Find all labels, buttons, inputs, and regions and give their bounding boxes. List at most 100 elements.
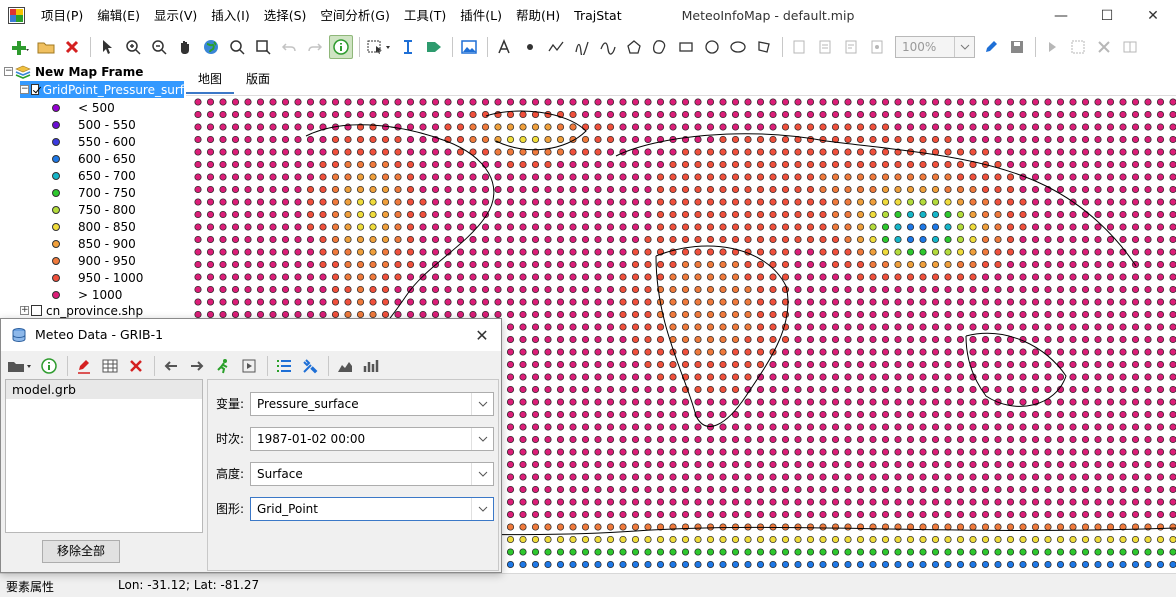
doc-tool-2-icon[interactable] [813,35,837,59]
zoom-rect-icon[interactable] [251,35,275,59]
doc-tool-4-icon[interactable] [865,35,889,59]
full-extent-globe-icon[interactable] [199,35,223,59]
menu-view[interactable]: 显示(V) [147,0,204,32]
point-tool-icon[interactable] [518,35,542,59]
freehand-tool-icon[interactable] [570,35,594,59]
pan-hand-icon[interactable] [173,35,197,59]
tools-icon[interactable] [298,354,322,378]
doc-tool-3-icon[interactable] [839,35,863,59]
zoom-out-icon[interactable] [147,35,171,59]
layer-gridpoint-pressure[interactable]: − GridPoint_Pressure_surf [20,81,184,98]
list-icon[interactable] [272,354,296,378]
measure-icon[interactable] [396,35,420,59]
select-all-icon[interactable] [1066,35,1090,59]
circle-tool-icon[interactable] [700,35,724,59]
arrow-right-icon[interactable] [185,354,209,378]
legend-item[interactable]: 900 - 950 [52,252,136,269]
add-layer-icon[interactable] [8,35,32,59]
open-folder-icon[interactable] [34,35,58,59]
map-frame-node[interactable]: − New Map Frame [4,63,143,80]
menu-help[interactable]: 帮助(H) [509,0,567,32]
legend-item[interactable]: 500 - 550 [52,116,136,133]
pencil-edit-icon[interactable] [979,35,1003,59]
table-icon[interactable] [98,354,122,378]
export-frame-icon[interactable] [237,354,261,378]
play-icon[interactable] [1040,35,1064,59]
ellipse-tool-icon[interactable] [726,35,750,59]
expand-icon[interactable]: + [20,306,29,315]
menu-spatial-analysis[interactable]: 空间分析(G) [313,0,396,32]
rectangle-tool-icon[interactable] [674,35,698,59]
legend-item[interactable]: 700 - 750 [52,184,136,201]
pointer-icon[interactable] [95,35,119,59]
grid-point [694,298,702,306]
menu-insert[interactable]: 插入(I) [204,0,256,32]
remove-layer-icon[interactable] [60,35,84,59]
layer-cn-province[interactable]: + cn_province.shp [20,302,143,318]
collapse-icon[interactable]: − [20,85,29,94]
split-icon[interactable] [1118,35,1142,59]
clear-selection-icon[interactable] [1092,35,1116,59]
zoom-level-combo[interactable]: 100% [895,36,975,58]
legend-item[interactable]: 750 - 800 [52,201,136,218]
menu-plugins[interactable]: 插件(L) [453,0,509,32]
legend-item[interactable]: 850 - 900 [52,235,136,252]
undo-icon[interactable] [277,35,301,59]
text-tool-icon[interactable] [492,35,516,59]
legend-item[interactable]: 800 - 850 [52,218,136,235]
tab-map[interactable]: 地图 [186,66,235,94]
data-file-list[interactable]: model.grb [5,379,203,533]
redo-icon[interactable] [303,35,327,59]
edit-vertices-icon[interactable] [752,35,776,59]
area-chart-icon[interactable] [333,354,357,378]
legend-item[interactable]: 550 - 600 [52,133,136,150]
remove-all-button[interactable]: 移除全部 [42,540,120,563]
menu-edit[interactable]: 编辑(E) [90,0,147,32]
menu-tools[interactable]: 工具(T) [397,0,453,32]
layer-visibility-checkbox[interactable] [31,84,39,95]
select-features-icon[interactable] [364,35,394,59]
layer-visibility-checkbox[interactable] [31,305,42,316]
grid-point [1169,560,1176,569]
menu-select[interactable]: 选择(S) [257,0,314,32]
bar-chart-icon[interactable] [359,354,383,378]
legend-item[interactable]: 650 - 700 [52,167,136,184]
info-icon[interactable] [37,354,61,378]
graphic-type-select[interactable]: Grid_Point [250,497,494,521]
file-item[interactable]: model.grb [6,380,202,399]
edit-data-icon[interactable] [72,354,96,378]
menu-trajstat[interactable]: TrajStat [567,0,628,32]
legend-item[interactable]: < 500 [52,99,115,116]
delete-icon[interactable] [124,354,148,378]
animation-runner-icon[interactable] [211,354,235,378]
freehand-polygon-icon[interactable] [648,35,672,59]
doc-tool-1-icon[interactable] [787,35,811,59]
identify-info-icon[interactable] [329,35,353,59]
dialog-close-button[interactable]: ✕ [469,323,495,347]
search-icon[interactable] [225,35,249,59]
collapse-icon[interactable]: − [4,67,13,76]
level-select[interactable]: Surface [250,462,494,486]
grid-point [806,435,815,444]
grid-point [856,410,865,419]
label-tag-icon[interactable] [422,35,446,59]
legend-item[interactable]: > 1000 [52,286,122,303]
variable-select[interactable]: Pressure_surface [250,392,494,416]
picture-icon[interactable] [457,35,481,59]
close-button[interactable]: ✕ [1130,0,1176,32]
grid-point [369,148,377,156]
maximize-button[interactable]: ☐ [1084,0,1130,32]
tab-layout[interactable]: 版面 [234,66,282,94]
legend-item[interactable]: 600 - 650 [52,150,136,167]
polyline-tool-icon[interactable] [544,35,568,59]
legend-item[interactable]: 950 - 1000 [52,269,143,286]
minimize-button[interactable]: — [1038,0,1084,32]
save-edit-icon[interactable] [1005,35,1029,59]
time-select[interactable]: 1987-01-02 00:00 [250,427,494,451]
curve-tool-icon[interactable] [596,35,620,59]
polygon-tool-icon[interactable] [622,35,646,59]
open-file-icon[interactable] [5,354,35,378]
zoom-in-icon[interactable] [121,35,145,59]
arrow-left-icon[interactable] [159,354,183,378]
menu-project[interactable]: 项目(P) [34,0,90,32]
